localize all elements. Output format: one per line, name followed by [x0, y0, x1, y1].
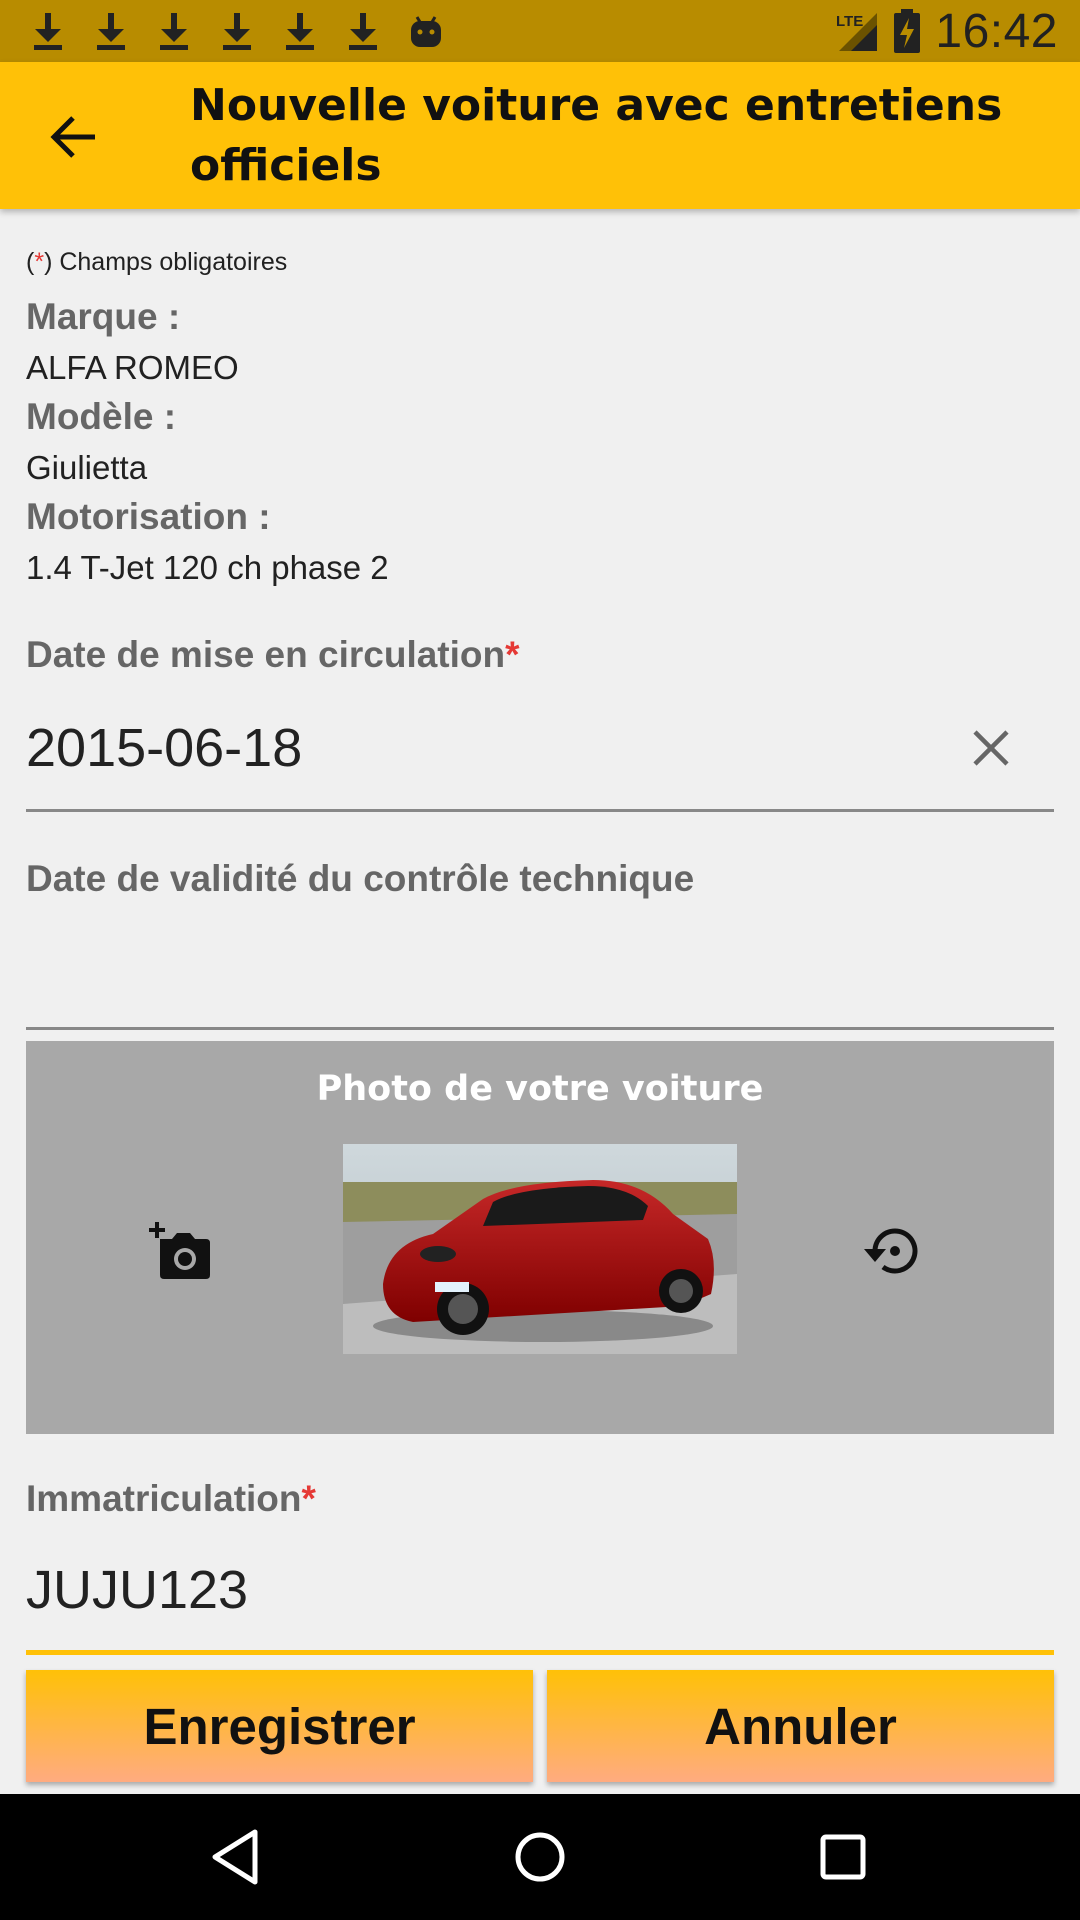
- app-bar: Nouvelle voiture avec entretiens officie…: [0, 62, 1080, 209]
- save-button[interactable]: Enregistrer: [26, 1670, 533, 1782]
- restore-photo-button[interactable]: [861, 1221, 927, 1281]
- download-icon: [34, 13, 62, 50]
- photo-panel: Photo de votre voiture: [26, 1041, 1054, 1434]
- inspection-date-field[interactable]: [26, 939, 1054, 1019]
- plate-label: Immatriculation*: [26, 1478, 316, 1520]
- battery-charging-icon: [894, 9, 921, 53]
- arrow-back-icon: [50, 116, 95, 158]
- model-label: Modèle :: [26, 396, 177, 437]
- car-photo: [343, 1144, 737, 1354]
- add-photo-icon: [149, 1222, 210, 1279]
- clock: 16:42: [935, 4, 1058, 58]
- model-value: Giulietta: [26, 449, 148, 486]
- add-photo-button[interactable]: [148, 1221, 214, 1281]
- download-icon: [349, 13, 377, 50]
- nav-home-icon[interactable]: [507, 1824, 573, 1890]
- signal-icon: LTE: [836, 13, 878, 51]
- registration-date-field[interactable]: 2015-06-18: [26, 717, 302, 779]
- page-title: Nouvelle voiture avec entretiens officie…: [190, 80, 1003, 191]
- inspection-date-underline: [26, 1027, 1054, 1030]
- required-star: *: [505, 634, 520, 675]
- photo-title: Photo de votre voiture: [316, 1069, 764, 1109]
- mandatory-note-text: ) Champs obligatoires: [44, 248, 288, 276]
- registration-date-label-text: Date de mise en circulation: [26, 634, 506, 675]
- download-icon: [97, 13, 125, 50]
- engine-value: 1.4 T-Jet 120 ch phase 2: [26, 549, 389, 586]
- clear-date-button[interactable]: [966, 723, 1016, 773]
- download-icon: [160, 13, 188, 50]
- back-button[interactable]: [40, 104, 106, 170]
- notification-icons: [30, 11, 444, 51]
- inspection-date-label: Date de validité du contrôle technique: [26, 858, 695, 899]
- plate-label-text: Immatriculation: [26, 1478, 302, 1519]
- download-icon: [286, 13, 314, 50]
- required-star: *: [34, 248, 45, 276]
- registration-date-label: Date de mise en circulation*: [26, 634, 520, 676]
- registration-date-underline: [26, 809, 1054, 812]
- brand-label: Marque :: [26, 296, 181, 337]
- mandatory-note: (*) Champs obligatoires: [26, 248, 287, 277]
- nav-back-icon[interactable]: [203, 1824, 269, 1890]
- plate-input[interactable]: JUJU123: [26, 1559, 248, 1621]
- download-icon: [223, 13, 251, 50]
- nav-recents-icon[interactable]: [810, 1824, 876, 1890]
- cancel-button[interactable]: Annuler: [547, 1670, 1054, 1782]
- android-icon: [411, 16, 441, 47]
- network-type: LTE: [836, 13, 863, 30]
- status-bar: LTE 16:42: [0, 0, 1080, 62]
- system-status: LTE 16:42: [835, 4, 1058, 59]
- required-star: *: [301, 1478, 316, 1519]
- engine-label: Motorisation :: [26, 496, 271, 537]
- plate-underline: [26, 1650, 1054, 1655]
- navigation-bar: [0, 1794, 1080, 1920]
- brand-value: ALFA ROMEO: [26, 349, 239, 386]
- restore-icon: [864, 1228, 918, 1274]
- close-icon: [973, 730, 1009, 766]
